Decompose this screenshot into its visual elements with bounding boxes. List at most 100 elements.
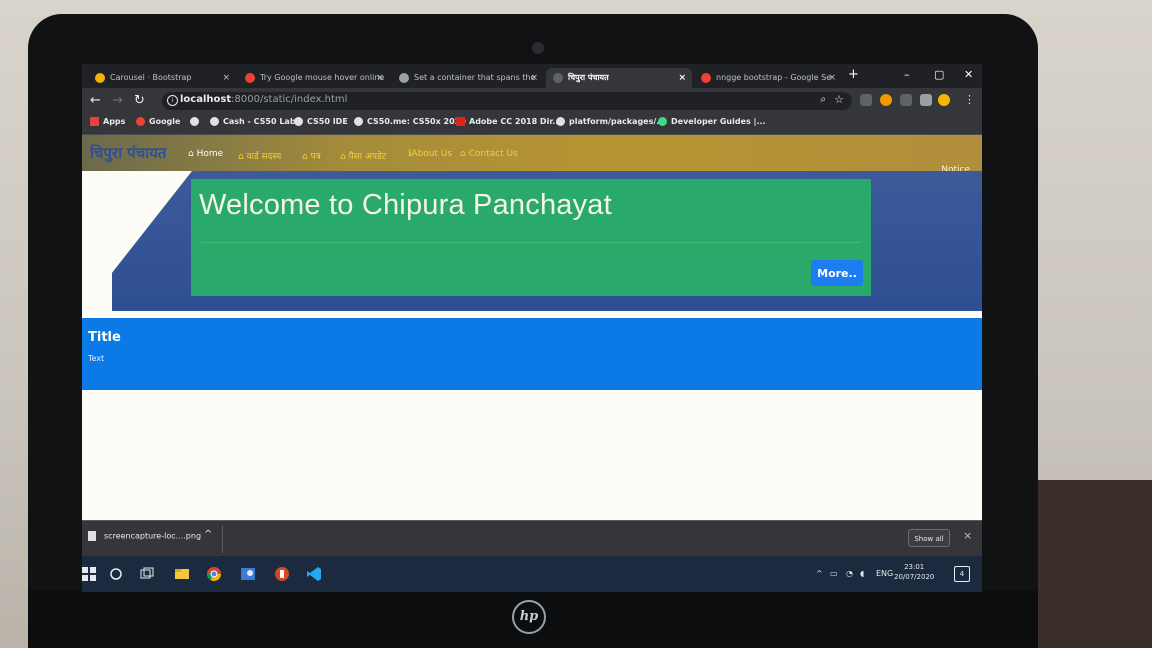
tab-try-google[interactable]: Try Google mouse hover online × [238, 68, 390, 88]
more-button[interactable]: More.. [811, 260, 863, 286]
tab-carousel[interactable]: Carousel · Bootstrap × [88, 68, 236, 88]
bookmark-developer-guides[interactable]: Developer Guides |... [658, 117, 766, 126]
close-shelf-icon[interactable]: × [963, 529, 972, 542]
close-tab-icon[interactable]: × [530, 68, 538, 88]
home-icon: ⌂ [238, 152, 247, 162]
github-icon [210, 117, 219, 126]
bookmark-cash-cs50[interactable]: Cash - CS50 Lab [210, 117, 296, 126]
bookmark-unnamed[interactable] [190, 117, 203, 126]
wifi-icon[interactable]: ◔ [846, 569, 853, 578]
nav-money-update[interactable]: ⌂ पैसा अपडेट [340, 149, 386, 162]
site-brand[interactable]: चिपुरा पंचायत [90, 143, 166, 163]
jumbotron-divider [201, 242, 861, 243]
home-icon: ⌂ [188, 149, 197, 159]
volume-icon[interactable]: ◖ [860, 569, 864, 578]
bookmark-google[interactable]: Google [136, 117, 180, 126]
close-tab-icon[interactable]: × [678, 68, 686, 88]
card-title: Title [88, 330, 121, 345]
nav-letters[interactable]: ⌂ पत्र [302, 149, 321, 162]
search-icon[interactable] [109, 566, 125, 582]
info-icon[interactable]: i [167, 95, 178, 106]
shelf-divider [222, 525, 223, 553]
file-explorer-icon[interactable] [174, 566, 190, 582]
bookmark-label: Adobe CC 2018 Dir... [469, 117, 562, 126]
nav-about-us[interactable]: ℹAbout Us [408, 149, 452, 159]
extension-icon[interactable] [880, 94, 892, 106]
show-all-button[interactable]: Show all [908, 529, 950, 547]
chevron-up-icon[interactable]: ^ [204, 529, 212, 540]
address-bar[interactable]: i localhost:8000/static/index.html ⌕ ☆ [162, 92, 852, 110]
nav-label: About Us [411, 149, 453, 159]
tab-set-container[interactable]: Set a container that spans the × [392, 68, 544, 88]
tray-chevron-icon[interactable]: ^ [816, 569, 823, 578]
site-icon [556, 117, 565, 126]
close-window-button[interactable]: ✕ [964, 68, 973, 81]
hero-diagonal [82, 171, 192, 311]
bookmark-label: Developer Guides |... [671, 117, 766, 126]
reload-icon[interactable]: ↻ [134, 93, 145, 108]
tab-chipura-panchayat[interactable]: चिपुरा पंचायत × [546, 68, 692, 88]
language-indicator[interactable]: ENG [876, 569, 893, 578]
google-favicon-icon [245, 73, 255, 83]
nav-home[interactable]: ⌂ Home [188, 149, 223, 159]
powerpoint-icon[interactable] [274, 566, 290, 582]
kebab-menu-icon[interactable]: ⋮ [964, 93, 975, 106]
windows-start-icon[interactable] [82, 566, 98, 582]
adobe-icon [456, 117, 465, 126]
maximize-button[interactable]: ▢ [934, 68, 944, 81]
nav-contact-us[interactable]: ⌂ Contact Us [460, 149, 518, 159]
tab-label: Try Google mouse hover online [260, 73, 385, 82]
forward-icon[interactable]: → [112, 93, 123, 108]
new-tab-button[interactable]: + [848, 67, 859, 82]
task-view-icon[interactable] [140, 566, 156, 582]
tab-google-search[interactable]: nngge bootstrap - Google Se × [694, 68, 842, 88]
hero-section: Welcome to Chipura Panchayat More.. [82, 171, 982, 318]
notification-center-icon[interactable]: 4 [954, 566, 970, 582]
screen: Carousel · Bootstrap × Try Google mouse … [82, 64, 982, 592]
bookmark-label: platform/packages/... [569, 117, 666, 126]
bookmark-adobe[interactable]: Adobe CC 2018 Dir... [456, 117, 561, 126]
bookmark-cs50-me[interactable]: CS50.me: CS50x 2020 [354, 117, 466, 126]
google-favicon-icon [701, 73, 711, 83]
photos-app-icon[interactable] [240, 566, 256, 582]
android-icon [658, 117, 667, 126]
star-icon[interactable]: ☆ [834, 93, 844, 106]
bookmark-label: Google [149, 117, 181, 126]
download-item[interactable]: screencapture-loc....png [88, 531, 201, 541]
tab-label: Set a container that spans the [414, 73, 536, 82]
home-icon: ⌂ [340, 152, 349, 162]
nav-label: वार्ड सदस्य [246, 152, 282, 162]
extension-icon[interactable] [900, 94, 912, 106]
bootstrap-favicon-icon [95, 73, 105, 83]
url-host: localhost [180, 94, 232, 105]
nav-label: Home [196, 149, 224, 159]
tab-label: Carousel · Bootstrap [110, 73, 192, 82]
search-icon[interactable]: ⌕ [820, 94, 826, 105]
bookmark-platform-packages[interactable]: platform/packages/... [556, 117, 665, 126]
chrome-icon[interactable] [206, 566, 222, 582]
bookmark-cs50-ide[interactable]: CS50 IDE [294, 117, 348, 126]
clock-time: 23:01 [904, 563, 925, 571]
bookmark-label: CS50 IDE [307, 117, 348, 126]
back-icon[interactable]: ← [90, 93, 101, 108]
extension-icon[interactable] [860, 94, 872, 106]
system-clock[interactable]: 23:01 20/07/2020 [894, 562, 934, 582]
nav-ward-members[interactable]: ⌂ वार्ड सदस्य [238, 149, 281, 162]
bookmark-label: Cash - CS50 Lab [223, 117, 296, 126]
minimize-button[interactable]: – [904, 68, 910, 81]
close-tab-icon[interactable]: × [828, 68, 836, 88]
site-navbar: चिपुरा पंचायत ⌂ Home ⌂ वार्ड सदस्य ⌂ पत्… [82, 135, 982, 175]
url-path: :8000/static/index.html [231, 94, 348, 105]
cs50-icon [294, 117, 303, 126]
close-tab-icon[interactable]: × [376, 68, 384, 88]
bookmark-apps[interactable]: Apps [90, 117, 125, 126]
file-icon [88, 531, 96, 541]
puzzle-icon[interactable] [920, 94, 932, 106]
avatar[interactable] [938, 94, 950, 106]
bookmark-label: Apps [103, 117, 126, 126]
bookmark-label: CS50.me: CS50x 2020 [367, 117, 466, 126]
vscode-icon[interactable] [306, 566, 322, 582]
bookmarks-bar: Apps Google Cash - CS50 Lab CS50 IDE CS5… [82, 114, 982, 135]
close-tab-icon[interactable]: × [222, 68, 230, 88]
battery-icon[interactable]: ▭ [830, 569, 838, 578]
